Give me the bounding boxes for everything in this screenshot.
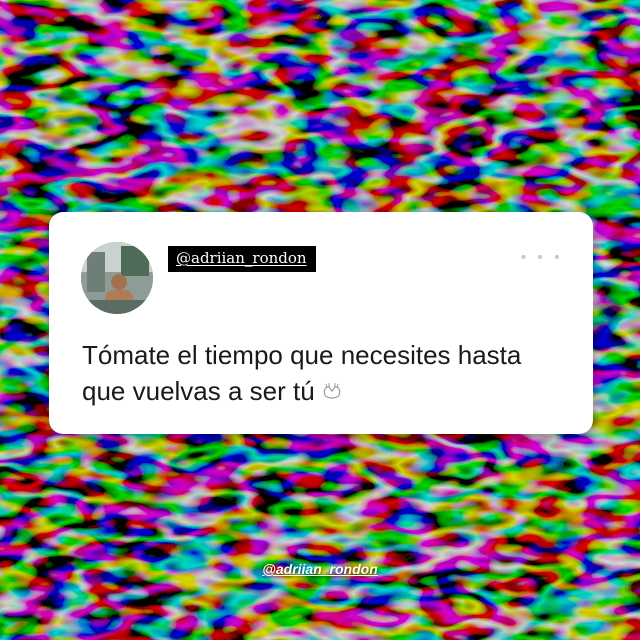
tweet-text-line: Tómate el tiempo que necesites hasta (82, 340, 522, 370)
tweet-text-line-2: que vuelvas a ser tú (82, 373, 562, 409)
tweet-text-line: que vuelvas a ser tú (82, 376, 315, 406)
tweet-text: Tómate el tiempo que necesites hasta que… (82, 337, 562, 409)
tweet-card: @adriian_rondon • • • Tómate el tiempo q… (49, 212, 593, 434)
more-dots-icon[interactable]: • • • (519, 250, 563, 266)
watermark-handle: @adriian_rondon (262, 561, 378, 577)
username-handle[interactable]: @adriian_rondon (168, 246, 316, 272)
hugging-hands-icon (323, 383, 340, 399)
avatar[interactable] (81, 242, 153, 314)
